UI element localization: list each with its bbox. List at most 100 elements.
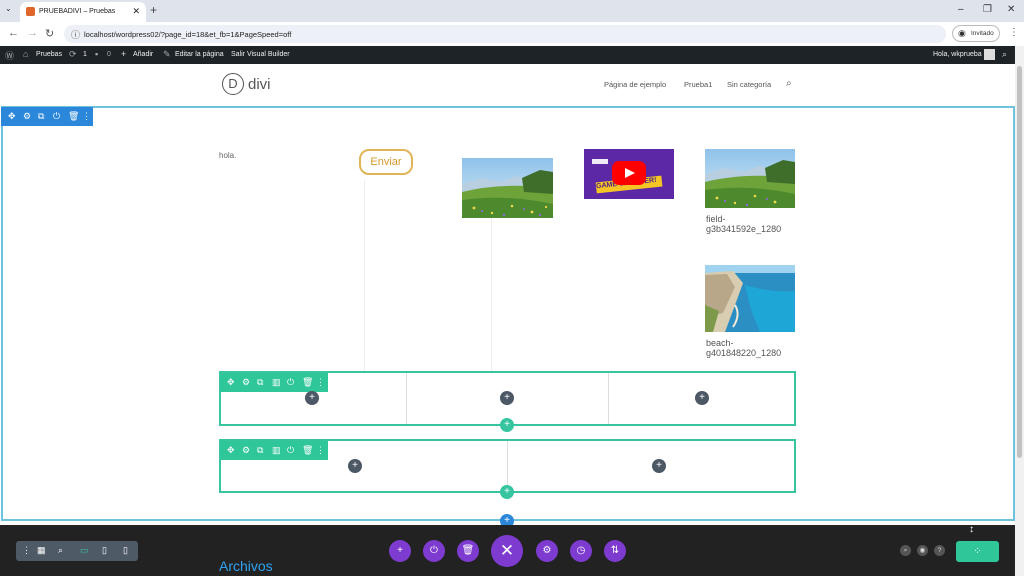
duplicate-icon[interactable]: ⧉ [257, 377, 263, 388]
comments-count[interactable]: 0 [107, 51, 111, 58]
delete-icon[interactable]: 🗑 [302, 377, 313, 388]
save-to-library-icon[interactable]: ⏻ [287, 377, 294, 388]
add-module-button[interactable]: + [500, 391, 514, 405]
beach-image-caption: beach- g401848220_1280 [706, 338, 782, 358]
youtube-play-icon[interactable] [612, 161, 646, 185]
forward-icon[interactable]: → [27, 27, 38, 39]
text-module[interactable]: hola. [219, 151, 236, 160]
edit-page-link[interactable]: Editar la página [175, 51, 224, 58]
browser-tab-strip: ⌄ PRUEBADIVI – Pruebas ✕ + – ❐ ✕ [0, 0, 1024, 22]
zoom-icon[interactable]: ⌕ [58, 545, 63, 556]
address-bar[interactable]: ⓘ localhost/wordpress02/?page_id=18&et_f… [64, 25, 946, 43]
close-settings-button[interactable]: ✕ [491, 535, 523, 567]
exit-visual-builder-link[interactable]: Salir Visual Builder [231, 51, 290, 58]
restore-button[interactable]: ❐ [983, 4, 992, 15]
menu-item-prueba1[interactable]: Prueba1 [684, 80, 712, 89]
save-to-library-icon[interactable]: ⏻ [287, 445, 294, 456]
new-tab-button[interactable]: + [150, 3, 157, 17]
site-info-icon[interactable]: ⓘ [71, 28, 80, 41]
site-logo-mark[interactable]: D [222, 73, 244, 95]
tab-search-icon[interactable]: ⌄ [5, 4, 12, 13]
portability-button[interactable]: ⇅ [604, 540, 626, 562]
minimize-button[interactable]: – [958, 4, 964, 15]
user-greeting[interactable]: Hola, wkprueba [933, 51, 982, 58]
search-icon[interactable]: ⌕ [1002, 49, 1007, 60]
column-guide [491, 218, 492, 372]
browser-menu-icon[interactable]: ⋮ [1009, 27, 1019, 38]
column-divider [507, 441, 508, 491]
wp-admin-bar: Ⓦ ⌂ Pruebas ⟳ 1 ▪ 0 + Añadir ✎ Editar la… [0, 46, 1015, 64]
column-divider [406, 373, 407, 424]
columns-icon[interactable]: ▥ [272, 377, 281, 388]
archivos-widget-title: Archivos [219, 558, 273, 574]
tab-close-icon[interactable]: ✕ [132, 6, 140, 17]
add-module-button[interactable]: + [695, 391, 709, 405]
settings-icon[interactable]: ⚙ [242, 445, 250, 456]
delete-icon[interactable]: 🗑 [302, 445, 313, 456]
video-module[interactable]: GAME CHANGER! [584, 149, 674, 199]
add-layout-button[interactable]: + [389, 540, 411, 562]
beach-gallery-image[interactable] [705, 265, 795, 332]
wordpress-logo-icon[interactable]: Ⓦ [5, 49, 14, 62]
move-icon[interactable]: ✥ [8, 111, 16, 122]
row-toolbar: ✥ ⚙ ⧉ ▥ ⏻ 🗑 ⋮ [220, 373, 328, 392]
url-text: localhost/wordpress02/?page_id=18&et_fb=… [84, 30, 292, 39]
delete-icon[interactable]: 🗑 [68, 111, 79, 122]
duplicate-icon[interactable]: ⧉ [257, 445, 263, 456]
clear-layout-button[interactable]: 🗑 [457, 540, 479, 562]
site-logo-text[interactable]: divi [248, 76, 271, 93]
tab-title: PRUEBADIVI – Pruebas [39, 8, 116, 15]
tablet-view-icon[interactable]: ▯ [102, 545, 107, 556]
save-button[interactable]: ⁘ [956, 541, 999, 562]
row-toolbar: ✥ ⚙ ⧉ ▥ ⏻ 🗑 ⋮ [220, 441, 328, 460]
profile-label: Invitado [971, 30, 994, 37]
add-module-button[interactable]: + [652, 459, 666, 473]
move-icon[interactable]: ✥ [227, 377, 235, 388]
settings-icon[interactable]: ⚙ [242, 377, 250, 388]
move-icon[interactable]: ✥ [227, 445, 235, 456]
favicon-icon [26, 7, 35, 16]
field-image[interactable] [462, 158, 553, 218]
history-button[interactable]: ◷ [570, 540, 592, 562]
menu-item-pagina-ejemplo[interactable]: Página de ejemplo [604, 80, 666, 89]
profile-button[interactable]: ◉ Invitado [952, 25, 1000, 42]
menu-item-sin-categoria[interactable]: Sin categoría [727, 80, 771, 89]
site-name-link[interactable]: Pruebas [36, 51, 62, 58]
view-mode-bar: ⋮ ▦ ⌕ ▭ ▯ ▯ [16, 541, 138, 561]
avatar[interactable] [984, 49, 995, 60]
profile-icon: ◉ [958, 28, 966, 38]
find-replace-icon[interactable]: ⌕ [900, 545, 911, 556]
updates-count[interactable]: 1 [83, 51, 87, 58]
help-icon[interactable]: ? [934, 545, 945, 556]
more-options-icon[interactable]: ⋮ [82, 111, 91, 122]
add-row-button[interactable]: + [500, 418, 514, 432]
columns-icon[interactable]: ▥ [272, 445, 281, 456]
section-toolbar: ✥ ⚙ ⧉ ⏻ 🗑 ⋮ [1, 107, 93, 126]
add-module-button[interactable]: + [305, 391, 319, 405]
phone-view-icon[interactable]: ▯ [123, 545, 128, 556]
header-search-icon[interactable]: ⌕ [786, 78, 792, 89]
more-options-icon[interactable]: ⋮ [316, 445, 325, 456]
duplicate-icon[interactable]: ⧉ [38, 111, 44, 122]
keyboard-shortcuts-icon[interactable]: ◉ [917, 545, 928, 556]
more-options-icon[interactable]: ⋮ [22, 545, 31, 556]
wireframe-icon[interactable]: ▦ [37, 545, 46, 556]
save-to-library-icon[interactable]: ⏻ [53, 111, 60, 122]
home-icon: ⌂ [23, 49, 29, 59]
add-new-link[interactable]: Añadir [133, 51, 153, 58]
window-close-button[interactable]: ✕ [1007, 4, 1015, 15]
desktop-view-icon[interactable]: ▭ [80, 545, 89, 556]
browser-tab[interactable]: PRUEBADIVI – Pruebas ✕ [20, 2, 146, 22]
enviar-button[interactable]: Enviar [359, 149, 413, 175]
page-settings-button[interactable]: ⚙ [536, 540, 558, 562]
save-to-library-button[interactable]: ⏻ [423, 540, 445, 562]
reload-icon[interactable]: ↻ [45, 27, 54, 40]
more-options-icon[interactable]: ⋮ [316, 377, 325, 388]
field-gallery-image[interactable] [705, 149, 795, 208]
back-icon[interactable]: ← [8, 27, 19, 39]
comments-icon: ▪ [95, 49, 99, 59]
add-module-button[interactable]: + [348, 459, 362, 473]
settings-icon[interactable]: ⚙ [23, 111, 31, 122]
add-row-button[interactable]: + [500, 485, 514, 499]
scrollbar-thumb[interactable] [1017, 66, 1022, 458]
